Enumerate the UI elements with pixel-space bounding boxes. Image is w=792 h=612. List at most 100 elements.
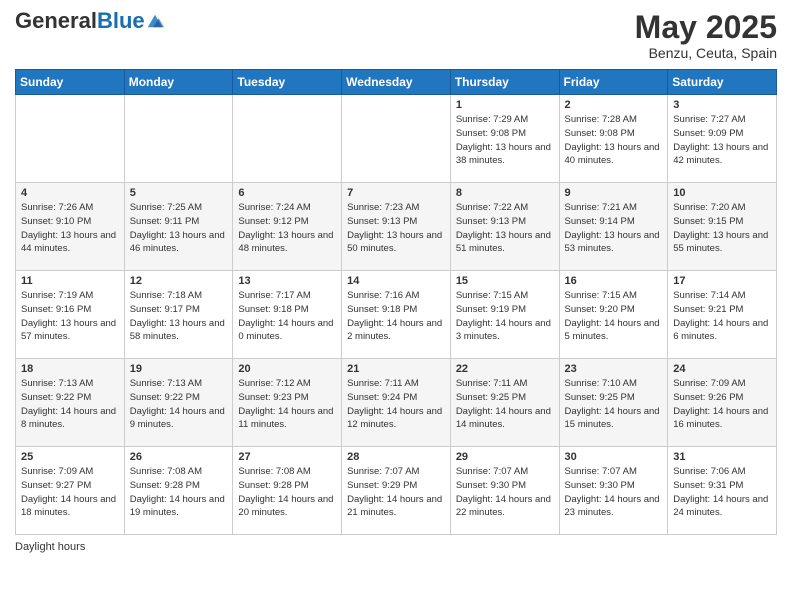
table-row: [342, 95, 451, 183]
table-row: 27 Sunrise: 7:08 AM Sunset: 9:28 PM Dayli…: [233, 447, 342, 535]
day-number: 25: [21, 451, 119, 463]
day-number: 7: [347, 187, 445, 199]
col-saturday: Saturday: [668, 70, 777, 95]
table-row: 30Sunrise: 7:07 AM Sunset: 9:30 PM Dayli…: [559, 447, 668, 535]
day-number: 6: [238, 187, 336, 199]
day-info: Sunrise: 7:16 AM Sunset: 9:18 PM Dayligh…: [347, 289, 445, 344]
day-number: 11: [21, 275, 119, 287]
col-friday: Friday: [559, 70, 668, 95]
table-row: 10 Sunrise: 7:20 AM Sunset: 9:15 PM Dayli…: [668, 183, 777, 271]
table-row: 23 Sunrise: 7:10 AM Sunset: 9:25 PM Dayli…: [559, 359, 668, 447]
table-row: 20Sunrise: 7:12 AM Sunset: 9:23 PM Dayli…: [233, 359, 342, 447]
col-sunday: Sunday: [16, 70, 125, 95]
day-number: 5: [130, 187, 228, 199]
col-thursday: Thursday: [450, 70, 559, 95]
day-info: Sunrise: 7:26 AM Sunset: 9:10 PM Dayligh…: [21, 201, 119, 256]
table-row: 28Sunrise: 7:07 AM Sunset: 9:29 PM Dayli…: [342, 447, 451, 535]
day-info: Sunrise: 7:13 AM Sunset: 9:22 PM Dayligh…: [21, 377, 119, 432]
day-number: 21: [347, 363, 445, 375]
day-info: Sunrise: 7:19 AM Sunset: 9:16 PM Dayligh…: [21, 289, 119, 344]
table-row: 24 Sunrise: 7:09 AM Sunset: 9:26 PM Dayli…: [668, 359, 777, 447]
table-row: 5 Sunrise: 7:25 AM Sunset: 9:11 PM Daylig…: [124, 183, 233, 271]
day-number: 23: [565, 363, 663, 375]
day-info: Sunrise: 7:11 AM Sunset: 9:25 PM Dayligh…: [456, 377, 554, 432]
day-number: 27: [238, 451, 336, 463]
logo: GeneralBlue: [15, 10, 164, 32]
month-title: May 2025: [635, 10, 777, 45]
title-block: May 2025 Benzu, Ceuta, Spain: [635, 10, 777, 61]
day-number: 24: [673, 363, 771, 375]
table-row: 7 Sunrise: 7:23 AM Sunset: 9:13 PM Daylig…: [342, 183, 451, 271]
day-info: Sunrise: 7:09 AM Sunset: 9:27 PM Dayligh…: [21, 465, 119, 520]
day-number: 16: [565, 275, 663, 287]
day-info: Sunrise: 7:22 AM Sunset: 9:13 PM Dayligh…: [456, 201, 554, 256]
table-row: [233, 95, 342, 183]
calendar-week-row: 4 Sunrise: 7:26 AM Sunset: 9:10 PM Daylig…: [16, 183, 777, 271]
day-number: 8: [456, 187, 554, 199]
day-number: 2: [565, 99, 663, 111]
table-row: 1Sunrise: 7:29 AM Sunset: 9:08 PM Daylig…: [450, 95, 559, 183]
day-number: 10: [673, 187, 771, 199]
table-row: 16Sunrise: 7:15 AM Sunset: 9:20 PM Dayli…: [559, 271, 668, 359]
table-row: 21 Sunrise: 7:11 AM Sunset: 9:24 PM Dayli…: [342, 359, 451, 447]
day-info: Sunrise: 7:21 AM Sunset: 9:14 PM Dayligh…: [565, 201, 663, 256]
day-info: Sunrise: 7:13 AM Sunset: 9:22 PM Dayligh…: [130, 377, 228, 432]
col-wednesday: Wednesday: [342, 70, 451, 95]
day-info: Sunrise: 7:23 AM Sunset: 9:13 PM Dayligh…: [347, 201, 445, 256]
table-row: 25 Sunrise: 7:09 AM Sunset: 9:27 PM Dayli…: [16, 447, 125, 535]
header: GeneralBlue May 2025 Benzu, Ceuta, Spain: [15, 10, 777, 61]
table-row: 3 Sunrise: 7:27 AM Sunset: 9:09 PM Daylig…: [668, 95, 777, 183]
day-number: 3: [673, 99, 771, 111]
day-number: 4: [21, 187, 119, 199]
day-number: 31: [673, 451, 771, 463]
calendar-week-row: 25 Sunrise: 7:09 AM Sunset: 9:27 PM Dayli…: [16, 447, 777, 535]
day-info: Sunrise: 7:08 AM Sunset: 9:28 PM Dayligh…: [238, 465, 336, 520]
logo-icon: [146, 12, 164, 30]
day-info: Sunrise: 7:11 AM Sunset: 9:24 PM Dayligh…: [347, 377, 445, 432]
table-row: 29 Sunrise: 7:07 AM Sunset: 9:30 PM Dayli…: [450, 447, 559, 535]
day-info: Sunrise: 7:08 AM Sunset: 9:28 PM Dayligh…: [130, 465, 228, 520]
day-info: Sunrise: 7:14 AM Sunset: 9:21 PM Dayligh…: [673, 289, 771, 344]
day-number: 9: [565, 187, 663, 199]
day-number: 14: [347, 275, 445, 287]
table-row: 13Sunrise: 7:17 AM Sunset: 9:18 PM Dayli…: [233, 271, 342, 359]
calendar-week-row: 11 Sunrise: 7:19 AM Sunset: 9:16 PM Dayli…: [16, 271, 777, 359]
table-row: 12Sunrise: 7:18 AM Sunset: 9:17 PM Dayli…: [124, 271, 233, 359]
table-row: 4 Sunrise: 7:26 AM Sunset: 9:10 PM Daylig…: [16, 183, 125, 271]
page: GeneralBlue May 2025 Benzu, Ceuta, Spain…: [0, 0, 792, 612]
footer-note: Daylight hours: [15, 541, 777, 553]
day-info: Sunrise: 7:07 AM Sunset: 9:30 PM Dayligh…: [456, 465, 554, 520]
table-row: 31 Sunrise: 7:06 AM Sunset: 9:31 PM Dayli…: [668, 447, 777, 535]
table-row: [124, 95, 233, 183]
table-row: 6 Sunrise: 7:24 AM Sunset: 9:12 PM Daylig…: [233, 183, 342, 271]
calendar: Sunday Monday Tuesday Wednesday Thursday…: [15, 69, 777, 535]
day-number: 28: [347, 451, 445, 463]
day-info: Sunrise: 7:18 AM Sunset: 9:17 PM Dayligh…: [130, 289, 228, 344]
day-info: Sunrise: 7:24 AM Sunset: 9:12 PM Dayligh…: [238, 201, 336, 256]
table-row: 26 Sunrise: 7:08 AM Sunset: 9:28 PM Dayli…: [124, 447, 233, 535]
day-info: Sunrise: 7:06 AM Sunset: 9:31 PM Dayligh…: [673, 465, 771, 520]
col-monday: Monday: [124, 70, 233, 95]
day-info: Sunrise: 7:10 AM Sunset: 9:25 PM Dayligh…: [565, 377, 663, 432]
day-info: Sunrise: 7:12 AM Sunset: 9:23 PM Dayligh…: [238, 377, 336, 432]
day-info: Sunrise: 7:09 AM Sunset: 9:26 PM Dayligh…: [673, 377, 771, 432]
location: Benzu, Ceuta, Spain: [635, 45, 777, 61]
day-info: Sunrise: 7:25 AM Sunset: 9:11 PM Dayligh…: [130, 201, 228, 256]
table-row: 2Sunrise: 7:28 AM Sunset: 9:08 PM Daylig…: [559, 95, 668, 183]
day-number: 13: [238, 275, 336, 287]
table-row: 22 Sunrise: 7:11 AM Sunset: 9:25 PM Dayli…: [450, 359, 559, 447]
table-row: 11 Sunrise: 7:19 AM Sunset: 9:16 PM Dayli…: [16, 271, 125, 359]
day-number: 17: [673, 275, 771, 287]
table-row: 17 Sunrise: 7:14 AM Sunset: 9:21 PM Dayli…: [668, 271, 777, 359]
table-row: 14 Sunrise: 7:16 AM Sunset: 9:18 PM Dayli…: [342, 271, 451, 359]
day-number: 29: [456, 451, 554, 463]
day-number: 19: [130, 363, 228, 375]
day-number: 26: [130, 451, 228, 463]
table-row: [16, 95, 125, 183]
day-number: 22: [456, 363, 554, 375]
day-info: Sunrise: 7:20 AM Sunset: 9:15 PM Dayligh…: [673, 201, 771, 256]
col-tuesday: Tuesday: [233, 70, 342, 95]
day-info: Sunrise: 7:27 AM Sunset: 9:09 PM Dayligh…: [673, 113, 771, 168]
day-info: Sunrise: 7:29 AM Sunset: 9:08 PM Dayligh…: [456, 113, 554, 168]
calendar-week-row: 1Sunrise: 7:29 AM Sunset: 9:08 PM Daylig…: [16, 95, 777, 183]
